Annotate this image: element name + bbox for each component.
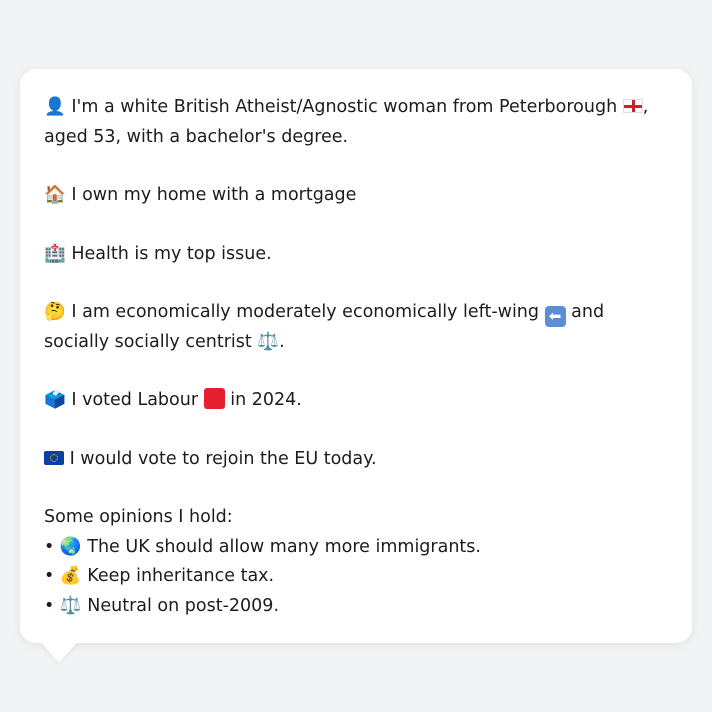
eu-line: I would vote to rejoin the EU today. <box>44 445 668 475</box>
list-item: • 💰 Keep inheritance tax. <box>44 562 668 592</box>
balance-scale-icon: ⚖️ <box>59 595 82 616</box>
health-text: Health is my top issue. <box>71 243 272 264</box>
bullet: • <box>44 536 55 557</box>
bullet: • <box>44 595 55 616</box>
home-line: 🏠 I own my home with a mortgage <box>44 181 668 211</box>
opinion-text: Neutral on post-2009. <box>87 595 280 616</box>
home-text: I own my home with a mortgage <box>71 185 357 205</box>
opinion-text: Keep inheritance tax. <box>87 566 275 586</box>
opinions-heading: Some opinions I hold: <box>44 507 233 527</box>
health-line: 🏥 Health is my top issue. <box>44 240 668 270</box>
vote-line: 🗳️ I voted Labour in 2024. <box>44 386 668 416</box>
economics-line: 🤔 I am economically moderately economica… <box>44 298 668 357</box>
ballot-box-icon: 🗳️ <box>44 390 66 410</box>
opinion-text: The UK should allow many more immigrants… <box>87 536 481 557</box>
economics-text: I am economically moderately economicall… <box>71 302 540 322</box>
house-icon: 🏠 <box>44 185 66 205</box>
list-item: • 🌏 The UK should allow many more immigr… <box>44 533 668 563</box>
intro-text: I'm a white British Atheist/Agnostic wom… <box>71 97 618 117</box>
england-flag-icon <box>622 99 643 113</box>
red-square-icon <box>203 388 225 409</box>
globe-icon: 🌏 <box>59 536 82 557</box>
hospital-icon: 🏥 <box>44 243 66 264</box>
list-item: • ⚖️ Neutral on post-2009. <box>44 592 668 622</box>
person-icon: 👤 <box>44 97 66 117</box>
left-arrow-icon: ⬅ <box>544 306 566 327</box>
eu-text: I would vote to rejoin the EU today. <box>69 448 377 469</box>
vote-text: I voted Labour <box>71 390 199 410</box>
balance-scale-icon: ⚖️ <box>257 331 280 352</box>
intro-line: 👤 I'm a white British Atheist/Agnostic w… <box>44 93 668 152</box>
thinking-face-icon: 🤔 <box>44 302 66 322</box>
eu-flag-icon <box>44 450 64 465</box>
opinions-list: • 🌏 The UK should allow many more immigr… <box>44 533 668 622</box>
economics-period: . <box>279 331 285 352</box>
chat-bubble: 👤 I'm a white British Atheist/Agnostic w… <box>20 69 692 643</box>
money-bag-icon: 💰 <box>59 566 82 586</box>
bullet: • <box>44 566 55 586</box>
bubble-tail <box>40 641 78 663</box>
vote-year-text: in 2024. <box>230 390 302 410</box>
